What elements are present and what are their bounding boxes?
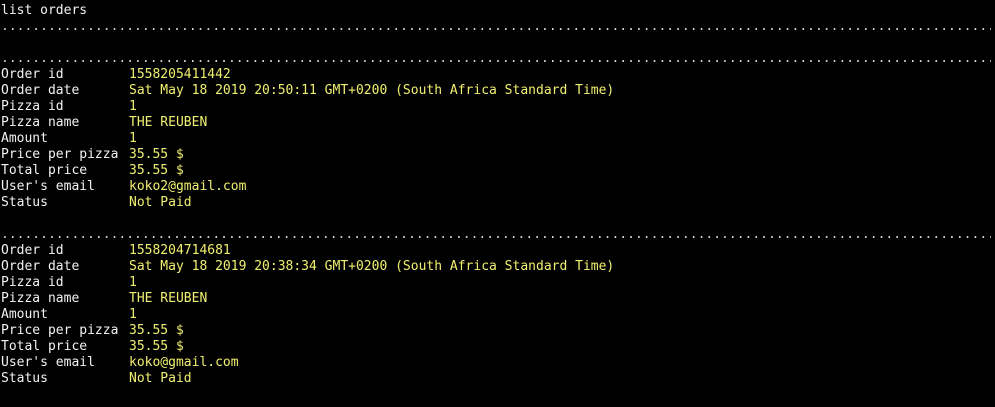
pizza-id-label: Pizza id [1, 99, 64, 114]
order-id-label: Order id [1, 67, 64, 82]
command-line: list orders [1, 3, 88, 18]
price-per-pizza-label: Price per pizza [1, 323, 119, 338]
total-price-label: Total price [1, 163, 88, 178]
console-output[interactable]: list orders ............................… [1, 3, 991, 387]
email-label: User's email [1, 355, 95, 370]
pizza-name-value: THE REUBEN [129, 291, 208, 306]
pizza-name-label: Pizza name [1, 291, 80, 306]
order-block: Order id 1558205411442 Order date Sat Ma… [1, 67, 991, 211]
email-value: koko@gmail.com [129, 355, 239, 370]
order-block: Order id 1558204714681 Order date Sat Ma… [1, 243, 991, 387]
price-per-pizza-row: Price per pizza 35.55 $ [1, 323, 991, 339]
price-per-pizza-label: Price per pizza [1, 147, 119, 162]
order-date-label: Order date [1, 83, 80, 98]
amount-label: Amount [1, 307, 48, 322]
amount-value: 1 [129, 131, 137, 146]
pizza-name-label: Pizza name [1, 115, 80, 130]
status-label: Status [1, 371, 48, 386]
pizza-id-row: Pizza id 1 [1, 99, 991, 115]
email-row: User's email koko@gmail.com [1, 355, 991, 371]
pizza-name-row: Pizza name THE REUBEN [1, 115, 991, 131]
amount-label: Amount [1, 131, 48, 146]
separator: ........................................… [1, 51, 991, 66]
order-date-value: Sat May 18 2019 20:50:11 GMT+0200 (South… [129, 83, 615, 98]
order-id-value: 1558204714681 [129, 243, 231, 258]
status-row: Status Not Paid [1, 371, 991, 387]
status-label: Status [1, 195, 48, 210]
pizza-id-row: Pizza id 1 [1, 275, 991, 291]
status-value: Not Paid [129, 195, 192, 210]
price-per-pizza-row: Price per pizza 35.55 $ [1, 147, 991, 163]
pizza-name-row: Pizza name THE REUBEN [1, 291, 991, 307]
amount-row: Amount 1 [1, 131, 991, 147]
total-price-row: Total price 35.55 $ [1, 163, 991, 179]
total-price-row: Total price 35.55 $ [1, 339, 991, 355]
pizza-id-value: 1 [129, 275, 137, 290]
email-value: koko2@gmail.com [129, 179, 247, 194]
price-per-pizza-value: 35.55 $ [129, 147, 184, 162]
order-date-row: Order date Sat May 18 2019 20:38:34 GMT+… [1, 259, 991, 275]
order-date-label: Order date [1, 259, 80, 274]
total-price-label: Total price [1, 339, 88, 354]
status-value: Not Paid [129, 371, 192, 386]
order-date-row: Order date Sat May 18 2019 20:50:11 GMT+… [1, 83, 991, 99]
order-id-label: Order id [1, 243, 64, 258]
order-id-value: 1558205411442 [129, 67, 231, 82]
order-id-row: Order id 1558205411442 [1, 67, 991, 83]
pizza-id-value: 1 [129, 99, 137, 114]
amount-row: Amount 1 [1, 307, 991, 323]
total-price-value: 35.55 $ [129, 163, 184, 178]
status-row: Status Not Paid [1, 195, 991, 211]
order-date-value: Sat May 18 2019 20:38:34 GMT+0200 (South… [129, 259, 615, 274]
order-id-row: Order id 1558204714681 [1, 243, 991, 259]
pizza-name-value: THE REUBEN [129, 115, 208, 130]
separator: ........................................… [1, 19, 991, 34]
price-per-pizza-value: 35.55 $ [129, 323, 184, 338]
pizza-id-label: Pizza id [1, 275, 64, 290]
email-row: User's email koko2@gmail.com [1, 179, 991, 195]
amount-value: 1 [129, 307, 137, 322]
email-label: User's email [1, 179, 95, 194]
separator: ........................................… [1, 227, 991, 242]
total-price-value: 35.55 $ [129, 339, 184, 354]
